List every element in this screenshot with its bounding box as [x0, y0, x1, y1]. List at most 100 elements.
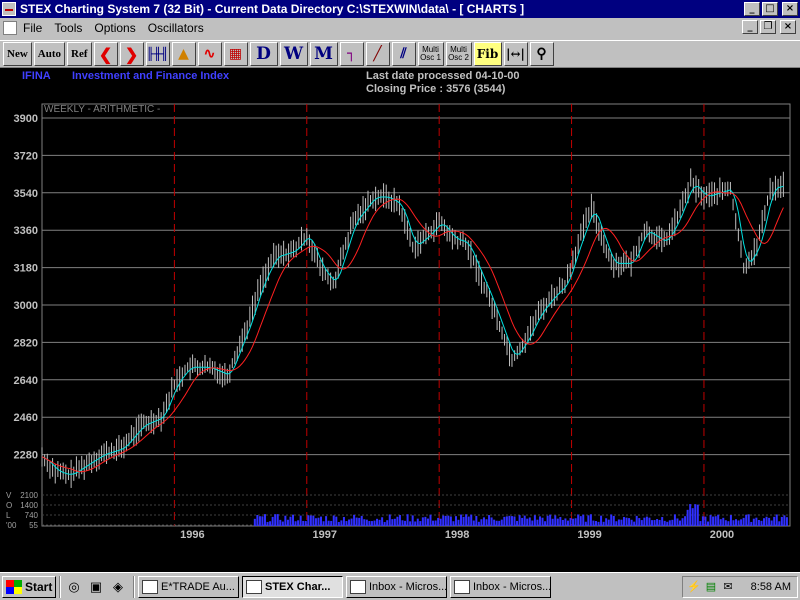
volume-bar: [327, 520, 330, 526]
scheduler-icon[interactable]: ⚡: [687, 580, 701, 594]
menu-bar: File Tools Options Oscillators _ ❐ ×: [0, 18, 800, 37]
menu-file[interactable]: File: [23, 21, 42, 35]
volume-bar: [622, 517, 625, 526]
maximize-button[interactable]: □: [762, 2, 778, 16]
task-etrade[interactable]: E*TRADE Au...: [138, 575, 239, 598]
volume-bar: [770, 520, 773, 526]
x-tick-label: 2000: [710, 529, 734, 541]
volume-bar: [528, 517, 531, 526]
grid-icon[interactable]: ▦: [223, 42, 248, 66]
child-close-button[interactable]: ×: [780, 20, 796, 34]
multi-osc1-button[interactable]: Multi Osc 1: [417, 42, 444, 66]
desktop-icon[interactable]: ▣: [86, 577, 106, 597]
line-chart-icon[interactable]: ∿: [197, 42, 222, 66]
candle-icon[interactable]: ▲: [171, 42, 196, 66]
volume-bar: [457, 519, 460, 526]
child-restore-button[interactable]: ❐: [760, 20, 776, 34]
volume-bar: [650, 520, 653, 526]
volume-bar: [577, 514, 580, 526]
chart-panel[interactable]: 3900 3720 3540 3360 3180 3000 2820 2640 2460 2280…: [0, 68, 800, 572]
auto-button[interactable]: Auto: [33, 42, 66, 66]
child-minimize-button[interactable]: _: [742, 20, 758, 34]
app-icon[interactable]: [2, 2, 16, 16]
zoom-icon[interactable]: ⚲: [529, 42, 554, 66]
price-chart[interactable]: 3900 3720 3540 3360 3180 3000 2820 2640 2460 2280…: [0, 68, 800, 572]
volume-bar: [592, 520, 595, 526]
volume-bar: [780, 516, 783, 526]
volume-bar: [426, 518, 429, 526]
volume-bar: [574, 518, 577, 526]
volume-bar: [266, 521, 269, 526]
title-bar: STEX Charting System 7 (32 Bit) - Curren…: [0, 0, 800, 18]
volume-bar: [549, 514, 552, 526]
task-stex[interactable]: STEX Char...: [242, 575, 343, 598]
volume-bar: [419, 521, 422, 526]
volume-bar: [513, 516, 516, 526]
task-inbox-2[interactable]: Inbox - Micros...: [450, 575, 551, 598]
volume-bar: [620, 519, 623, 526]
volume-bar: [490, 517, 493, 526]
document-icon[interactable]: [3, 20, 17, 35]
volume-bar: [393, 518, 396, 526]
volume-bar: [439, 518, 442, 526]
daily-button[interactable]: D: [249, 42, 278, 66]
volume-axis-prefix: L: [6, 511, 11, 520]
volume-bar: [276, 514, 279, 526]
volume-bar: [284, 515, 287, 526]
volume-bar: [757, 520, 760, 526]
monthly-button[interactable]: M: [309, 42, 338, 66]
menu-oscillators[interactable]: Oscillators: [148, 21, 204, 35]
expand-horizontal-icon[interactable]: |↔|: [503, 42, 528, 66]
x-tick-label: 1997: [313, 529, 337, 541]
volume-bar: [454, 516, 457, 526]
volume-bar: [628, 518, 631, 526]
volume-bar: [559, 517, 562, 526]
taskbar-separator: [59, 575, 61, 598]
bar-chart-icon[interactable]: ╟╫╢: [145, 42, 170, 66]
multi-osc2-button[interactable]: Multi Osc 2: [445, 42, 472, 66]
volume-bar: [556, 518, 559, 526]
mail-icon[interactable]: ✉: [721, 580, 735, 594]
volume-bar: [658, 519, 661, 526]
next-arrow-icon[interactable]: ❯: [119, 42, 144, 66]
start-button[interactable]: Start: [2, 575, 56, 598]
volume-bar: [253, 518, 256, 526]
volume-bar: [666, 521, 669, 526]
volume-bar: [640, 520, 643, 526]
browser-icon[interactable]: ◎: [64, 577, 84, 597]
fib-button[interactable]: Fib: [473, 42, 502, 66]
menu-options[interactable]: Options: [94, 21, 135, 35]
volume-bar: [493, 519, 496, 526]
trendline-icon[interactable]: ╱: [365, 42, 390, 66]
y-tick-label: 3720: [14, 150, 38, 162]
previous-arrow-icon[interactable]: ❮: [93, 42, 118, 66]
volume-bar: [747, 514, 750, 526]
task-label: Inbox - Micros...: [369, 580, 447, 593]
volume-bar: [625, 517, 628, 526]
volume-bar: [350, 518, 353, 526]
channels-icon[interactable]: ◈: [108, 577, 128, 597]
horizontal-line-icon[interactable]: ┐: [339, 42, 364, 66]
volume-bar: [684, 516, 687, 526]
task-inbox-1[interactable]: Inbox - Micros...: [346, 575, 447, 598]
volume-bar: [368, 521, 371, 526]
volume-bar: [475, 515, 478, 526]
close-button[interactable]: ×: [782, 2, 798, 16]
volume-bar: [584, 521, 587, 526]
weekly-button[interactable]: W: [279, 42, 308, 66]
ref-button[interactable]: Ref: [67, 42, 92, 66]
volume-bar: [503, 516, 506, 526]
minimize-button[interactable]: _: [744, 2, 760, 16]
volume-bar: [694, 504, 697, 526]
volume-bar: [355, 517, 358, 526]
menu-tools[interactable]: Tools: [54, 21, 82, 35]
volume-bar: [498, 520, 501, 526]
network-icon[interactable]: ▤: [704, 580, 718, 594]
new-button[interactable]: New: [3, 42, 32, 66]
volume-bar: [411, 515, 414, 526]
volume-bar: [398, 515, 401, 526]
volume-bar: [335, 516, 338, 526]
volume-bar: [633, 521, 636, 526]
volume-bar: [678, 520, 681, 526]
channel-icon[interactable]: ⫽: [391, 42, 416, 66]
